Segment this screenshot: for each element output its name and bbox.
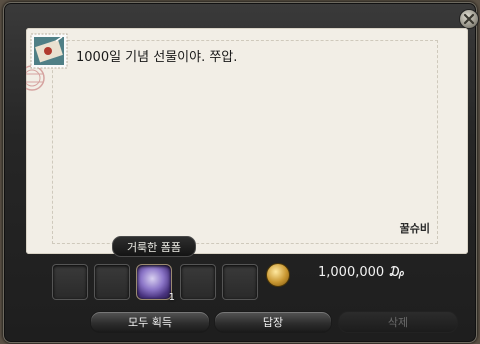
attachment-slot-4[interactable] [180, 264, 216, 300]
close-icon [463, 13, 475, 25]
stamp-icon [30, 33, 68, 69]
gil-amount: 1,000,000 ₯ [318, 265, 405, 280]
letter-border [52, 40, 438, 244]
take-all-button[interactable]: 모두 획득 [90, 311, 210, 333]
letter-sender: 꿀슈비 [399, 222, 430, 235]
item-tooltip: 거룩한 폼폼 [112, 236, 196, 257]
item-quantity: 1 [168, 292, 175, 303]
letter-message: 1000일 기념 선물이야. 쭈압. [76, 50, 238, 65]
delete-button[interactable]: 삭제 [338, 311, 458, 333]
letter-paper: 1000일 기념 선물이야. 쭈압. 꿀슈비 [26, 28, 468, 254]
gil-coin-icon [266, 263, 290, 287]
attachment-slot-5[interactable] [222, 264, 258, 300]
reply-button[interactable]: 답장 [214, 311, 332, 333]
attachment-slot-holy-pompom[interactable]: 1 [136, 264, 175, 303]
close-button[interactable] [459, 9, 479, 29]
attachment-slot-2[interactable] [94, 264, 130, 300]
attachment-slot-1[interactable] [52, 264, 88, 300]
